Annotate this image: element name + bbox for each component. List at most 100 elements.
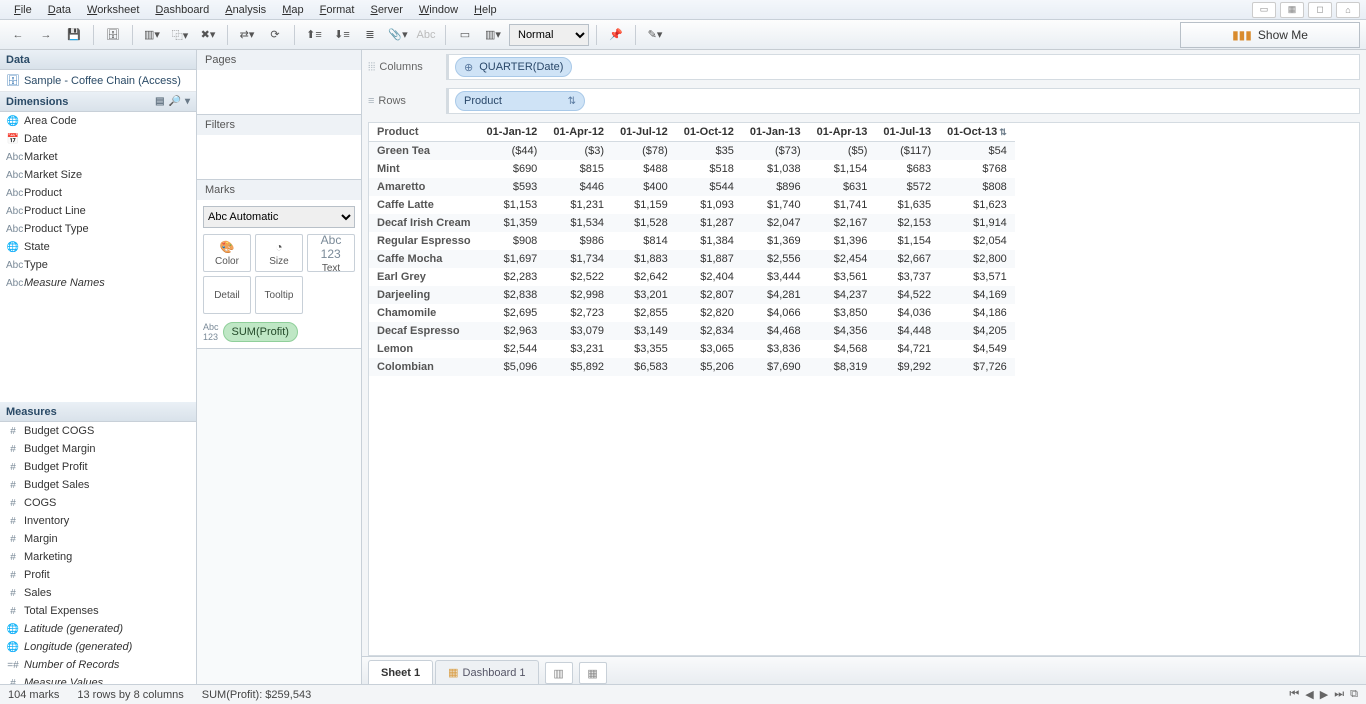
- column-header[interactable]: Product: [369, 123, 479, 142]
- data-cell[interactable]: $593: [479, 178, 546, 196]
- row-header-cell[interactable]: Darjeeling: [369, 286, 479, 304]
- data-cell[interactable]: $1,153: [479, 196, 546, 214]
- menu-data[interactable]: Data: [40, 2, 79, 18]
- data-cell[interactable]: $4,281: [742, 286, 809, 304]
- window-icon[interactable]: ◻: [1308, 2, 1332, 18]
- column-header[interactable]: 01-Apr-12: [545, 123, 612, 142]
- data-cell[interactable]: $2,544: [479, 340, 546, 358]
- dimension-field-state[interactable]: 🌐State: [0, 238, 196, 256]
- data-cell[interactable]: ($117): [875, 142, 939, 161]
- row-header-cell[interactable]: Caffe Latte: [369, 196, 479, 214]
- nav-menu-icon[interactable]: ⧉: [1350, 688, 1358, 701]
- new-worksheet-button[interactable]: ▥▾: [140, 24, 164, 46]
- data-cell[interactable]: $1,697: [479, 250, 546, 268]
- data-cell[interactable]: $2,855: [612, 304, 676, 322]
- data-cell[interactable]: $9,292: [875, 358, 939, 376]
- data-cell[interactable]: $4,468: [742, 322, 809, 340]
- dimension-field-date[interactable]: 📅Date: [0, 130, 196, 148]
- columns-shelf[interactable]: QUARTER(Date): [446, 54, 1360, 80]
- data-cell[interactable]: $3,571: [939, 268, 1015, 286]
- viz-canvas[interactable]: Product01-Jan-1201-Apr-1201-Jul-1201-Oct…: [368, 122, 1360, 656]
- measure-field-budget-cogs[interactable]: #Budget COGS: [0, 422, 196, 440]
- data-cell[interactable]: $1,635: [875, 196, 939, 214]
- data-cell[interactable]: $4,169: [939, 286, 1015, 304]
- data-cell[interactable]: $4,522: [875, 286, 939, 304]
- data-cell[interactable]: $6,583: [612, 358, 676, 376]
- column-header[interactable]: 01-Jan-12: [479, 123, 546, 142]
- menu-file[interactable]: File: [6, 2, 40, 18]
- data-cell[interactable]: $2,695: [479, 304, 546, 322]
- menu-window[interactable]: Window: [411, 2, 466, 18]
- data-cell[interactable]: $2,838: [479, 286, 546, 304]
- nav-prev-icon[interactable]: ◀: [1305, 688, 1313, 701]
- data-cell[interactable]: $1,154: [875, 232, 939, 250]
- dimension-field-measure-names[interactable]: AbcMeasure Names: [0, 274, 196, 292]
- data-cell[interactable]: $1,159: [612, 196, 676, 214]
- row-header-cell[interactable]: Green Tea: [369, 142, 479, 161]
- data-cell[interactable]: ($5): [809, 142, 876, 161]
- data-cell[interactable]: $1,154: [809, 160, 876, 178]
- menu-help[interactable]: Help: [466, 2, 505, 18]
- data-cell[interactable]: ($44): [479, 142, 546, 161]
- row-header-cell[interactable]: Regular Espresso: [369, 232, 479, 250]
- measure-field-profit[interactable]: #Profit: [0, 566, 196, 584]
- data-cell[interactable]: $5,892: [545, 358, 612, 376]
- data-cell[interactable]: ($78): [612, 142, 676, 161]
- data-cell[interactable]: $2,834: [676, 322, 742, 340]
- data-cell[interactable]: $4,036: [875, 304, 939, 322]
- data-cell[interactable]: $1,384: [676, 232, 742, 250]
- detail-button[interactable]: Detail: [203, 276, 251, 314]
- row-header-cell[interactable]: Decaf Irish Cream: [369, 214, 479, 232]
- dimension-field-area-code[interactable]: 🌐Area Code: [0, 112, 196, 130]
- data-cell[interactable]: $4,356: [809, 322, 876, 340]
- swap-button[interactable]: ⇄▾: [235, 24, 259, 46]
- home-icon[interactable]: ⌂: [1336, 2, 1360, 18]
- measure-field-number-of-records[interactable]: =#Number of Records: [0, 656, 196, 674]
- new-dashboard-button[interactable]: ▦: [579, 662, 607, 684]
- data-cell[interactable]: $683: [875, 160, 939, 178]
- data-cell[interactable]: $1,287: [676, 214, 742, 232]
- data-cell[interactable]: $5,096: [479, 358, 546, 376]
- row-header-cell[interactable]: Decaf Espresso: [369, 322, 479, 340]
- data-cell[interactable]: $1,528: [612, 214, 676, 232]
- measure-field-sales[interactable]: #Sales: [0, 584, 196, 602]
- data-cell[interactable]: $2,283: [479, 268, 546, 286]
- data-cell[interactable]: $4,237: [809, 286, 876, 304]
- data-cell[interactable]: $446: [545, 178, 612, 196]
- text-button[interactable]: Abc123Text: [307, 234, 355, 272]
- rows-pill-product[interactable]: Product⇅: [455, 91, 585, 111]
- measure-field-longitude-generated-[interactable]: 🌐Longitude (generated): [0, 638, 196, 656]
- dimension-field-product-line[interactable]: AbcProduct Line: [0, 202, 196, 220]
- measure-field-cogs[interactable]: #COGS: [0, 494, 196, 512]
- nav-first-icon[interactable]: ⏮: [1289, 688, 1299, 701]
- measure-field-marketing[interactable]: #Marketing: [0, 548, 196, 566]
- data-cell[interactable]: $808: [939, 178, 1015, 196]
- data-cell[interactable]: $2,820: [676, 304, 742, 322]
- dimension-field-market[interactable]: AbcMarket: [0, 148, 196, 166]
- data-cell[interactable]: $1,396: [809, 232, 876, 250]
- sort-desc-button[interactable]: ⬇≡: [330, 24, 354, 46]
- data-cell[interactable]: $1,887: [676, 250, 742, 268]
- data-cell[interactable]: $2,404: [676, 268, 742, 286]
- data-cell[interactable]: $2,667: [875, 250, 939, 268]
- row-header-cell[interactable]: Mint: [369, 160, 479, 178]
- color-button[interactable]: 🎨Color: [203, 234, 251, 272]
- data-cell[interactable]: $54: [939, 142, 1015, 161]
- presentation-mode-icon[interactable]: ▭: [1252, 2, 1276, 18]
- marks-text-pill[interactable]: SUM(Profit): [223, 322, 298, 342]
- data-cell[interactable]: $3,836: [742, 340, 809, 358]
- filters-shelf[interactable]: [197, 135, 361, 179]
- show-me-button[interactable]: ▮▮▮ Show Me: [1180, 22, 1360, 48]
- row-header-cell[interactable]: Chamomile: [369, 304, 479, 322]
- data-cell[interactable]: $2,556: [742, 250, 809, 268]
- row-header-cell[interactable]: Amaretto: [369, 178, 479, 196]
- data-cell[interactable]: $896: [742, 178, 809, 196]
- data-cell[interactable]: $544: [676, 178, 742, 196]
- data-cell[interactable]: $3,149: [612, 322, 676, 340]
- redo-button[interactable]: →: [34, 24, 58, 46]
- size-button[interactable]: ◔Size: [255, 234, 303, 272]
- data-cell[interactable]: $1,734: [545, 250, 612, 268]
- group-button[interactable]: ≣: [358, 24, 382, 46]
- data-cell[interactable]: $1,741: [809, 196, 876, 214]
- measure-field-inventory[interactable]: #Inventory: [0, 512, 196, 530]
